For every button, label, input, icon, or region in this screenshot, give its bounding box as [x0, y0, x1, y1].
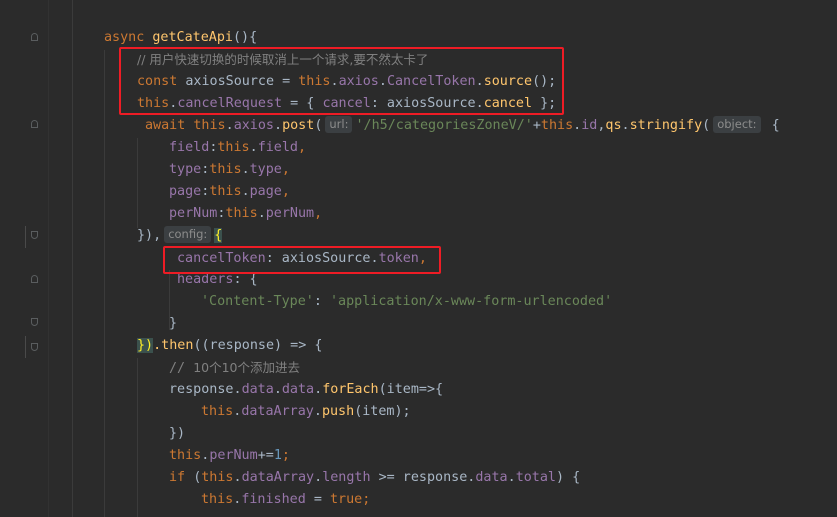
change-marker	[25, 226, 26, 248]
change-marker	[25, 336, 26, 358]
fold-toggle-icon[interactable]	[31, 120, 38, 128]
code-line: }).then((response) => {	[137, 338, 323, 353]
parameter-hint: config:	[164, 226, 212, 243]
fold-toggle-icon[interactable]	[31, 275, 38, 283]
code-line: this.finished = true;	[201, 492, 371, 507]
indent-guide	[137, 358, 138, 517]
parameter-hint: url:	[325, 116, 353, 133]
fold-toggle-icon[interactable]	[31, 343, 38, 351]
code-line: }), config:{	[137, 226, 223, 243]
indent-guide	[137, 138, 138, 228]
fold-toggle-icon[interactable]	[31, 231, 38, 239]
editor-gutter	[0, 0, 48, 517]
gutter-separator	[48, 0, 49, 517]
highlight-box	[163, 246, 441, 274]
fold-toggle-icon[interactable]	[31, 33, 38, 41]
code-line: page:this.page,	[169, 184, 290, 199]
code-line: response.data.data.forEach(item=>{	[169, 382, 444, 397]
code-line: this.dataArray.push(item);	[201, 404, 411, 419]
indent-guide	[72, 0, 73, 517]
fold-toggle-icon[interactable]	[31, 318, 38, 326]
code-line: type:this.type,	[169, 162, 290, 177]
code-line: await this.axios.post(url: '/h5/categorie…	[145, 116, 780, 133]
code-line: async getCateApi(){	[104, 30, 258, 45]
parameter-hint: object:	[713, 116, 761, 133]
code-line: })	[169, 426, 186, 441]
highlight-box	[119, 47, 564, 115]
code-line: // 10个10个添加进去	[169, 360, 300, 376]
indent-guide	[104, 50, 105, 517]
code-editor[interactable]: async getCateApi(){ // 用户快速切换的时候取消上一个请求,…	[0, 0, 837, 517]
code-line: if (this.dataArray.length >= response.da…	[169, 470, 581, 485]
code-line: 'Content-Type': 'application/x-www-form-…	[201, 294, 613, 309]
code-line: field:this.field,	[169, 140, 307, 155]
code-line: }	[169, 316, 178, 331]
code-line: perNum:this.perNum,	[169, 206, 323, 221]
code-line: this.perNum+=1;	[169, 448, 290, 463]
